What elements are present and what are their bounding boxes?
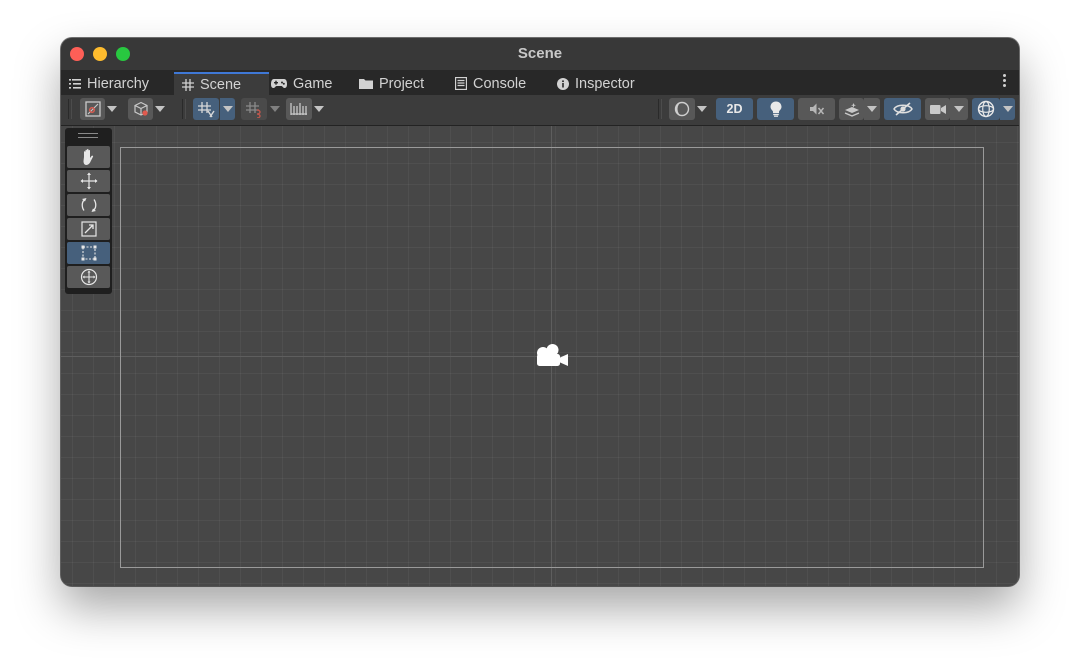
tools-overlay [65, 128, 112, 294]
lighting-toggle-button[interactable] [757, 98, 794, 120]
toolbar-separator [68, 99, 72, 119]
tab-label: Scene [200, 76, 242, 93]
gizmos-icon [977, 100, 995, 118]
lighting-icon [770, 101, 781, 117]
rect-tool-icon [81, 245, 96, 261]
audio-mute-icon [809, 103, 824, 115]
tab-project[interactable]: Project [351, 72, 447, 95]
shading-mode-dropdown[interactable] [694, 98, 710, 120]
more-options-icon[interactable] [1003, 74, 1007, 90]
draw-mode-dropdown[interactable] [104, 98, 120, 120]
tab-console[interactable]: Console [447, 72, 549, 95]
tab-label: Console [473, 75, 527, 92]
hidden-visibility-icon [892, 102, 913, 116]
tab-inspector[interactable]: Inspector [549, 72, 657, 95]
effects-button[interactable] [839, 98, 864, 120]
increment-snap-icon [246, 101, 261, 118]
gizmos-dropdown[interactable] [1000, 98, 1015, 120]
scene-viewport[interactable] [61, 126, 1019, 586]
gamepad-icon [271, 79, 287, 88]
draw-mode-button[interactable] [80, 98, 105, 120]
scene-toolbar: 2D [61, 95, 1019, 126]
tab-label: Project [379, 75, 425, 92]
gizmos-button[interactable] [972, 98, 1000, 120]
info-icon [557, 77, 569, 90]
increment-snap-button[interactable] [241, 98, 267, 120]
grid-snap-dropdown[interactable] [220, 98, 235, 120]
toolbar-separator [182, 99, 186, 119]
rect-tool-button[interactable] [67, 242, 110, 264]
ruler-dropdown[interactable] [311, 98, 327, 120]
increment-snap-dropdown[interactable] [267, 98, 283, 120]
render-mode-cube-icon [133, 101, 148, 116]
window-title: Scene [517, 45, 563, 62]
ruler-icon [290, 103, 307, 115]
ruler-button[interactable] [286, 98, 312, 120]
title-bar: Scene [61, 38, 1019, 70]
render-mode-dropdown[interactable] [152, 98, 168, 120]
editor-tab-bar: Hierarchy Scene Game Project Console Ins… [61, 70, 1019, 95]
shading-mode-button[interactable] [669, 98, 695, 120]
tab-game[interactable]: Game [263, 72, 351, 95]
grid-snap-icon [198, 101, 215, 117]
hierarchy-icon [69, 78, 81, 89]
unity-scene-window: Scene Hierarchy Scene Game Project Conso… [61, 38, 1019, 586]
rotate-tool-button[interactable] [67, 194, 110, 216]
draw-mode-icon [84, 101, 101, 117]
tools-drag-handle[interactable] [78, 133, 98, 141]
hand-tool-icon [83, 149, 93, 165]
tab-label: Game [293, 75, 333, 92]
transform-tool-button[interactable] [67, 266, 110, 288]
render-mode-button[interactable] [128, 98, 153, 120]
scene-visibility-button[interactable] [884, 98, 921, 120]
toolbar-separator [658, 99, 662, 119]
tab-label: Inspector [575, 75, 635, 92]
rotate-tool-icon [81, 198, 96, 212]
toggle-2d-button[interactable]: 2D [716, 98, 753, 120]
toggle-2d-label: 2D [726, 102, 743, 116]
move-tool-icon [80, 172, 97, 190]
effects-dropdown[interactable] [864, 98, 880, 120]
tab-label: Hierarchy [87, 75, 150, 92]
scene-camera-dropdown[interactable] [950, 98, 968, 120]
camera-gizmo-icon[interactable] [534, 343, 570, 371]
grid-snap-button[interactable] [193, 98, 219, 120]
scale-tool-icon [80, 221, 97, 237]
tab-scene[interactable]: Scene [174, 72, 269, 95]
grid-hash-icon [182, 78, 194, 91]
tab-hierarchy[interactable]: Hierarchy [61, 72, 181, 95]
move-tool-button[interactable] [67, 170, 110, 192]
audio-toggle-button[interactable] [798, 98, 835, 120]
folder-icon [359, 79, 373, 89]
hand-tool-button[interactable] [67, 146, 110, 168]
effects-icon [844, 102, 859, 117]
transform-tool-icon [80, 268, 97, 286]
scale-tool-button[interactable] [67, 218, 110, 240]
camera-icon [929, 104, 946, 114]
console-icon [455, 77, 467, 90]
shading-mode-icon [674, 101, 690, 117]
scene-camera-button[interactable] [925, 98, 950, 120]
